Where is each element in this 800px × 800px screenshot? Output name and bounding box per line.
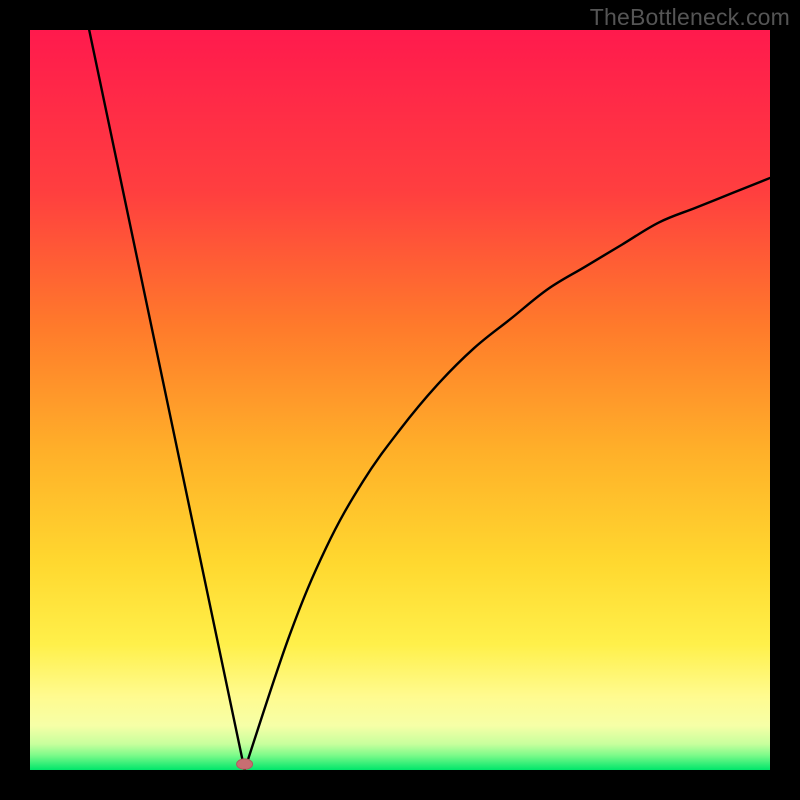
minimum-marker xyxy=(237,759,253,769)
chart-svg xyxy=(30,30,770,770)
chart-frame: TheBottleneck.com xyxy=(0,0,800,800)
plot-area xyxy=(30,30,770,770)
gradient-background xyxy=(30,30,770,770)
watermark-text: TheBottleneck.com xyxy=(590,4,790,31)
